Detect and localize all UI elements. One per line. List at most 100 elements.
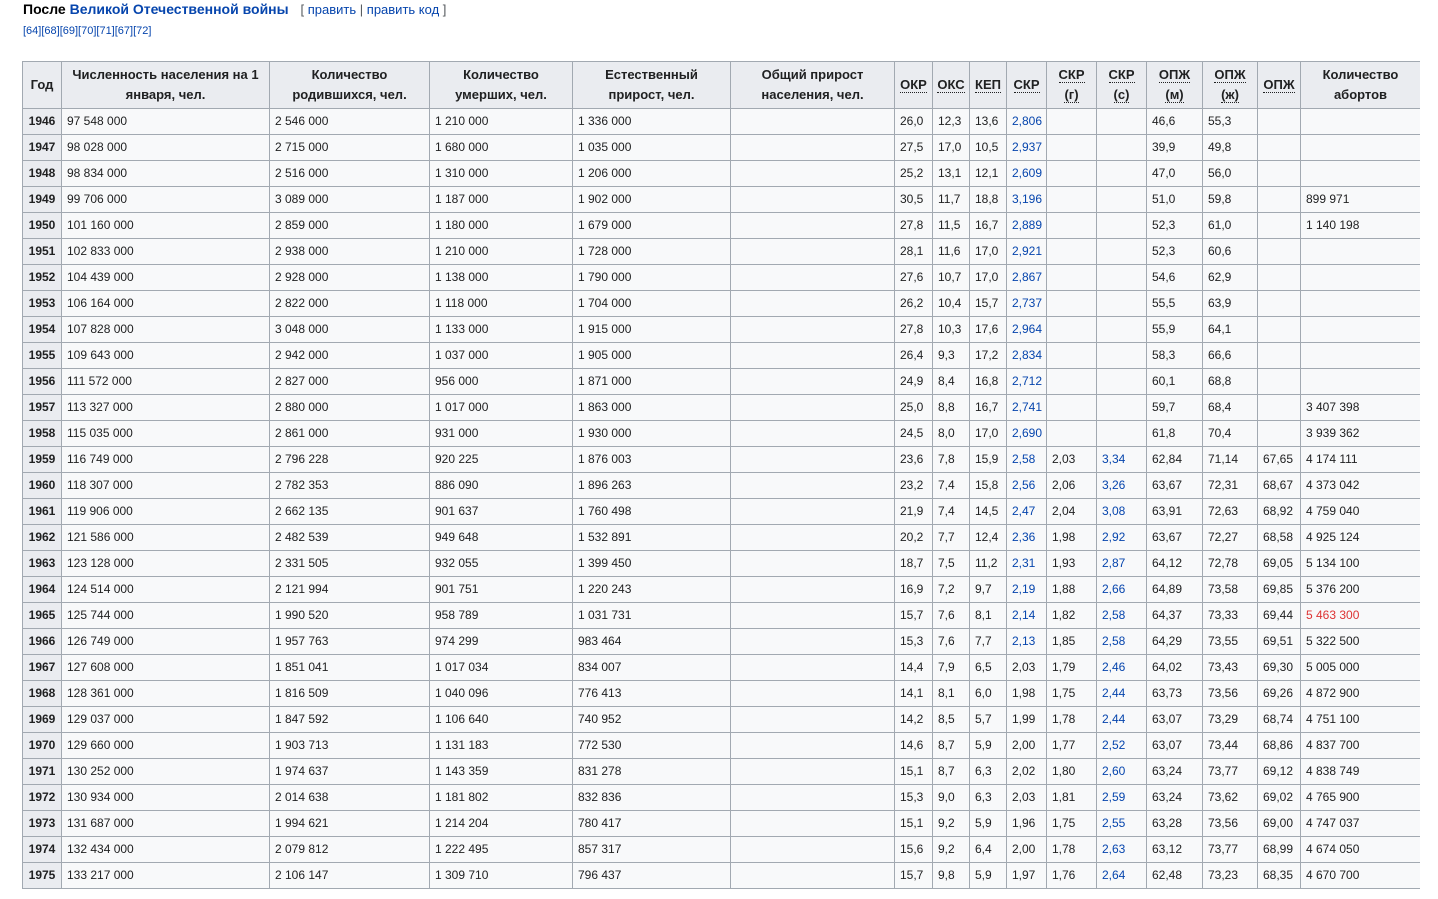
table-cell[interactable]: 2,59 [1096,784,1147,811]
table-cell: 133 217 000 [61,862,270,889]
table-cell: 1 210 000 [429,108,573,135]
table-cell[interactable]: 2,712 [1006,368,1047,395]
year-cell: 1965 [22,602,62,629]
table-cell: 983 464 [572,628,731,655]
table-cell[interactable]: 2,58 [1006,446,1047,473]
table-cell[interactable]: 2,47 [1006,498,1047,525]
table-cell: 6,0 [969,680,1007,707]
table-cell: 10,3 [932,316,970,343]
table-cell: 1,80 [1046,758,1097,785]
table-cell: 3 048 000 [269,316,430,343]
table-cell: 1 017 034 [429,654,573,681]
edit-code-link[interactable]: править код [367,2,439,17]
table-cell[interactable]: 2,937 [1006,134,1047,161]
table-cell: 4 674 050 [1300,836,1420,863]
table-cell[interactable]: 2,13 [1006,628,1047,655]
table-row: 1952 104 439 000 2 928 000 1 138 000 1 790 0… [22,264,1420,291]
table-cell[interactable]: 2,58 [1096,602,1147,629]
table-cell[interactable]: 2,60 [1096,758,1147,785]
table-row: 1946 97 548 000 2 546 000 1 210 000 1 336 00… [22,108,1420,135]
table-row: 1966 126 749 000 1 957 763 974 299 983 464 15… [22,628,1420,655]
table-cell[interactable]: 3,196 [1006,186,1047,213]
table-cell: 55,9 [1146,316,1203,343]
table-cell[interactable]: 2,609 [1006,160,1047,187]
table-cell: 9,0 [932,784,970,811]
table-cell[interactable]: 2,36 [1006,524,1047,551]
table-cell: 5,9 [969,732,1007,759]
table-cell[interactable]: 2,44 [1096,680,1147,707]
table-cell[interactable]: 2,806 [1006,108,1047,135]
table-cell: 55,5 [1146,290,1203,317]
table-cell[interactable]: 2,737 [1006,290,1047,317]
table-cell [730,836,895,863]
table-row: 1956 111 572 000 2 827 000 956 000 1 871 000… [22,368,1420,395]
table-cell[interactable]: 2,889 [1006,212,1047,239]
table-cell: 949 648 [429,524,573,551]
table-cell[interactable]: 2,66 [1096,576,1147,603]
table-cell[interactable]: 2,834 [1006,342,1047,369]
table-cell [1096,368,1147,395]
table-cell[interactable]: 2,31 [1006,550,1047,577]
table-cell [1096,316,1147,343]
year-cell: 1962 [22,524,62,551]
table-cell: 56,0 [1202,160,1258,187]
table-cell[interactable]: 2,52 [1096,732,1147,759]
table-cell: 73,29 [1202,706,1258,733]
table-cell: 27,5 [894,134,933,161]
year-cell: 1974 [22,836,62,863]
table-cell[interactable]: 2,92 [1096,524,1147,551]
reference-links[interactable]: [64][68][69][70][71][67][72] [23,24,151,39]
table-cell [730,654,895,681]
table-cell: 17,0 [969,238,1007,265]
table-cell: 15,3 [894,628,933,655]
table-cell: 59,7 [1146,394,1203,421]
table-cell: 2 796 228 [269,446,430,473]
table-cell[interactable]: 2,58 [1096,628,1147,655]
table-cell: 63,12 [1146,836,1203,863]
table-cell [730,186,895,213]
table-cell[interactable]: 2,867 [1006,264,1047,291]
table-cell: 1 790 000 [572,264,731,291]
table-cell[interactable]: 3,34 [1096,446,1147,473]
table-cell[interactable]: 2,964 [1006,316,1047,343]
table-cell: 10,4 [932,290,970,317]
table-cell: 15,8 [969,472,1007,499]
table-cell [1046,212,1097,239]
table-cell[interactable]: 2,55 [1096,810,1147,837]
table-cell: 4 174 111 [1300,446,1420,473]
table-cell[interactable]: 2,87 [1096,550,1147,577]
table-cell[interactable]: 2,63 [1096,836,1147,863]
table-cell[interactable]: 2,64 [1096,862,1147,889]
table-cell[interactable]: 2,741 [1006,394,1047,421]
table-cell [730,420,895,447]
table-cell: 23,2 [894,472,933,499]
table-cell: 49,8 [1202,134,1258,161]
table-cell: 1 017 000 [429,394,573,421]
table-cell[interactable]: 2,14 [1006,602,1047,629]
table-cell: 27,6 [894,264,933,291]
heading-link[interactable]: Великой Отечественной войны [70,1,289,17]
table-cell: 1 532 891 [572,524,731,551]
table-row: 1961 119 906 000 2 662 135 901 637 1 760 498… [22,498,1420,525]
table-cell: 1 903 713 [269,732,430,759]
table-cell: 97 548 000 [61,108,270,135]
table-cell[interactable]: 2,921 [1006,238,1047,265]
table-cell[interactable]: 2,690 [1006,420,1047,447]
table-cell[interactable]: 2,44 [1096,706,1147,733]
table-cell[interactable]: 2,19 [1006,576,1047,603]
table-cell: 1 851 041 [269,654,430,681]
table-cell [1257,264,1301,291]
table-cell: 1,77 [1046,732,1097,759]
table-cell [1096,264,1147,291]
table-cell: 30,5 [894,186,933,213]
edit-link[interactable]: править [308,2,356,17]
table-cell[interactable]: 2,46 [1096,654,1147,681]
table-cell: 128 361 000 [61,680,270,707]
table-cell[interactable]: 3,08 [1096,498,1147,525]
column-header: СКР (г) [1046,61,1097,109]
table-cell: 5,7 [969,706,1007,733]
table-cell: 1 138 000 [429,264,573,291]
table-cell[interactable]: 3,26 [1096,472,1147,499]
table-cell[interactable]: 2,56 [1006,472,1047,499]
table-cell: 4 925 124 [1300,524,1420,551]
